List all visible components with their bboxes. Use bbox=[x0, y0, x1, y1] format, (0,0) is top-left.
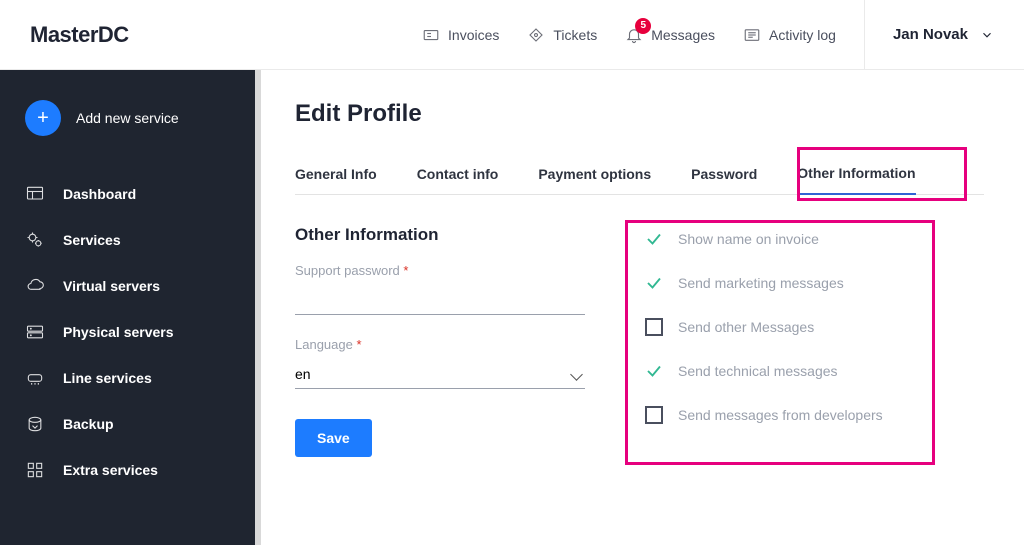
nav-invoices[interactable]: Invoices bbox=[422, 26, 499, 44]
sidebar-item-dashboard[interactable]: Dashboard bbox=[0, 171, 255, 217]
option-show-name-on-invoice[interactable]: Show name on invoice bbox=[645, 230, 883, 248]
plus-icon: + bbox=[25, 100, 61, 136]
tab-general-info[interactable]: General Info bbox=[295, 154, 377, 194]
top-header: MasterDC Invoices Tickets 5 Messages Act… bbox=[0, 0, 1024, 70]
option-send-other-messages[interactable]: Send other Messages bbox=[645, 318, 883, 336]
sidebar-item-physical-servers[interactable]: Physical servers bbox=[0, 309, 255, 355]
option-label: Send technical messages bbox=[678, 363, 838, 379]
sidebar-item-label: Dashboard bbox=[63, 186, 136, 202]
tab-password[interactable]: Password bbox=[691, 154, 757, 194]
option-label: Send messages from developers bbox=[678, 407, 883, 423]
options-column: Show name on invoice Send marketing mess… bbox=[625, 220, 903, 460]
sidebar: + Add new service Dashboard Services Vir… bbox=[0, 70, 255, 545]
nav-activity-log[interactable]: Activity log bbox=[743, 26, 836, 44]
option-send-technical[interactable]: Send technical messages bbox=[645, 362, 883, 380]
header-nav: Invoices Tickets 5 Messages Activity log bbox=[422, 26, 836, 44]
form-column: Other Information Support password * Lan… bbox=[295, 225, 585, 460]
tab-payment-options[interactable]: Payment options bbox=[538, 154, 651, 194]
tab-contact-info[interactable]: Contact info bbox=[417, 154, 499, 194]
messages-badge: 5 bbox=[635, 18, 651, 34]
support-password-input[interactable] bbox=[295, 286, 585, 315]
language-select[interactable] bbox=[295, 360, 585, 389]
nav-tickets-label: Tickets bbox=[553, 27, 597, 43]
chevron-down-icon bbox=[980, 28, 994, 42]
option-send-developers[interactable]: Send messages from developers bbox=[645, 406, 883, 424]
gears-icon bbox=[25, 230, 45, 250]
dashboard-icon bbox=[25, 184, 45, 204]
sidebar-item-label: Line services bbox=[63, 370, 152, 386]
network-icon bbox=[25, 368, 45, 388]
tab-other-information[interactable]: Other Information bbox=[797, 153, 915, 195]
sidebar-item-backup[interactable]: Backup bbox=[0, 401, 255, 447]
nav-invoices-label: Invoices bbox=[448, 27, 499, 43]
ticket-icon bbox=[527, 26, 545, 44]
sidebar-menu: Dashboard Services Virtual servers Physi… bbox=[0, 171, 255, 493]
page-title: Edit Profile bbox=[295, 100, 984, 128]
highlight-annotation-options bbox=[625, 220, 935, 465]
add-service-label: Add new service bbox=[76, 110, 179, 126]
section-title: Other Information bbox=[295, 225, 585, 245]
checkmark-icon bbox=[645, 362, 663, 380]
option-label: Show name on invoice bbox=[678, 231, 819, 247]
option-label: Send marketing messages bbox=[678, 275, 844, 291]
tabs: General Info Contact info Payment option… bbox=[295, 153, 984, 195]
sidebar-item-virtual-servers[interactable]: Virtual servers bbox=[0, 263, 255, 309]
user-menu[interactable]: Jan Novak bbox=[865, 26, 994, 43]
main-content: Edit Profile General Info Contact info P… bbox=[255, 70, 1024, 545]
checkbox-empty-icon bbox=[645, 318, 663, 336]
sidebar-item-line-services[interactable]: Line services bbox=[0, 355, 255, 401]
checkmark-icon bbox=[645, 230, 663, 248]
support-password-label: Support password * bbox=[295, 263, 585, 278]
backup-icon bbox=[25, 414, 45, 434]
sidebar-item-label: Services bbox=[63, 232, 121, 248]
sidebar-item-label: Physical servers bbox=[63, 324, 174, 340]
sidebar-item-label: Extra services bbox=[63, 462, 158, 478]
sidebar-item-label: Virtual servers bbox=[63, 278, 160, 294]
grid-icon bbox=[25, 460, 45, 480]
user-name: Jan Novak bbox=[893, 26, 968, 43]
cloud-icon bbox=[25, 276, 45, 296]
checkbox-empty-icon bbox=[645, 406, 663, 424]
list-icon bbox=[743, 26, 761, 44]
save-button[interactable]: Save bbox=[295, 419, 372, 457]
nav-messages[interactable]: 5 Messages bbox=[625, 26, 715, 44]
add-new-service-button[interactable]: + Add new service bbox=[0, 100, 255, 136]
nav-messages-label: Messages bbox=[651, 27, 715, 43]
language-label: Language * bbox=[295, 337, 585, 352]
invoice-icon bbox=[422, 26, 440, 44]
option-label: Send other Messages bbox=[678, 319, 814, 335]
sidebar-item-label: Backup bbox=[63, 416, 114, 432]
sidebar-item-extra-services[interactable]: Extra services bbox=[0, 447, 255, 493]
checkmark-icon bbox=[645, 274, 663, 292]
logo[interactable]: MasterDC bbox=[30, 22, 129, 48]
option-send-marketing[interactable]: Send marketing messages bbox=[645, 274, 883, 292]
nav-activity-label: Activity log bbox=[769, 27, 836, 43]
sidebar-item-services[interactable]: Services bbox=[0, 217, 255, 263]
server-icon bbox=[25, 322, 45, 342]
nav-tickets[interactable]: Tickets bbox=[527, 26, 597, 44]
